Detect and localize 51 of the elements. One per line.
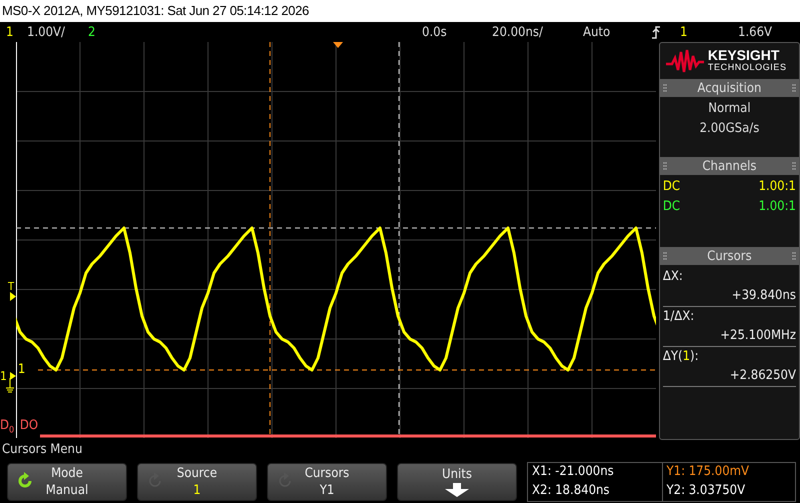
rising-edge-icon: [651, 26, 661, 39]
trigger-mode: Auto: [583, 24, 610, 40]
measurement-label: ΔY(1):: [662, 348, 700, 366]
grip-icon: [792, 162, 796, 170]
ground-icon: [5, 372, 16, 394]
trigger-position-icon: [332, 42, 343, 48]
grip-icon: [662, 252, 667, 260]
trigger-level: 1.66V: [738, 24, 772, 40]
digital-channel-name: DO: [20, 418, 38, 433]
trigger-label: T: [8, 280, 14, 293]
grip-icon: [662, 84, 667, 92]
grip-icon: [662, 162, 667, 170]
measurement-value: +39.840ns: [732, 288, 796, 303]
section-title: Cursors: [707, 248, 752, 264]
trigger-source: 1: [680, 24, 688, 40]
waveform-logo-icon: [666, 48, 704, 74]
channel-coupling: DC: [662, 178, 680, 196]
softkey[interactable]: Cursors Y1: [267, 462, 387, 500]
window-title: MS0-X 2012A, MY59121031: Sat Jun 27 05:14:12 2026: [0, 0, 800, 22]
probe-ratio: 1.00:1: [758, 178, 796, 196]
measurement-value: +2.86250V: [730, 368, 796, 383]
channel-scale: 1.00V/: [27, 24, 65, 40]
time-scale: 20.00ns/: [492, 24, 543, 40]
readout-value: Y1: 175.00mV: [662, 462, 795, 482]
acquisition-mode: Normal: [707, 100, 752, 118]
channel-number: 1: [6, 24, 14, 40]
probe-ratio: 1.00:1: [758, 198, 796, 216]
softkey[interactable]: Source 1: [137, 462, 257, 500]
sample-rate: 2.00GSa/s: [698, 120, 760, 138]
grip-icon: [792, 252, 796, 260]
section-title: Acquisition: [697, 80, 762, 96]
channel-marker: 1: [0, 369, 7, 383]
trigger-level-marker-icon: [10, 292, 16, 301]
channel-label: 1: [18, 362, 26, 377]
readout-value: X1: -21.000ns: [531, 462, 615, 480]
readout-value: X2: 18.840ns: [531, 482, 611, 500]
grip-icon: [792, 84, 796, 92]
time-delay: 0.0s: [422, 24, 447, 40]
down-arrow-icon: [444, 483, 470, 497]
measurement-value: +25.100MHz: [720, 328, 796, 343]
readout-value: Y2: 3.03750V: [662, 482, 795, 500]
softkey[interactable]: Units: [397, 462, 517, 500]
logo-name: KEYSIGHT: [708, 49, 780, 61]
measurement-label: 1/ΔX:: [662, 308, 696, 326]
channel-number: 2: [88, 24, 96, 40]
channel-coupling: DC: [662, 198, 680, 216]
logo-subtitle: TECHNOLOGIES: [708, 61, 787, 73]
measurement-label: ΔX:: [662, 268, 684, 286]
section-title: Channels: [702, 158, 756, 174]
softkey[interactable]: Mode Manual: [7, 462, 127, 500]
digital-channel-label: D$_{0}$: [0, 418, 14, 436]
